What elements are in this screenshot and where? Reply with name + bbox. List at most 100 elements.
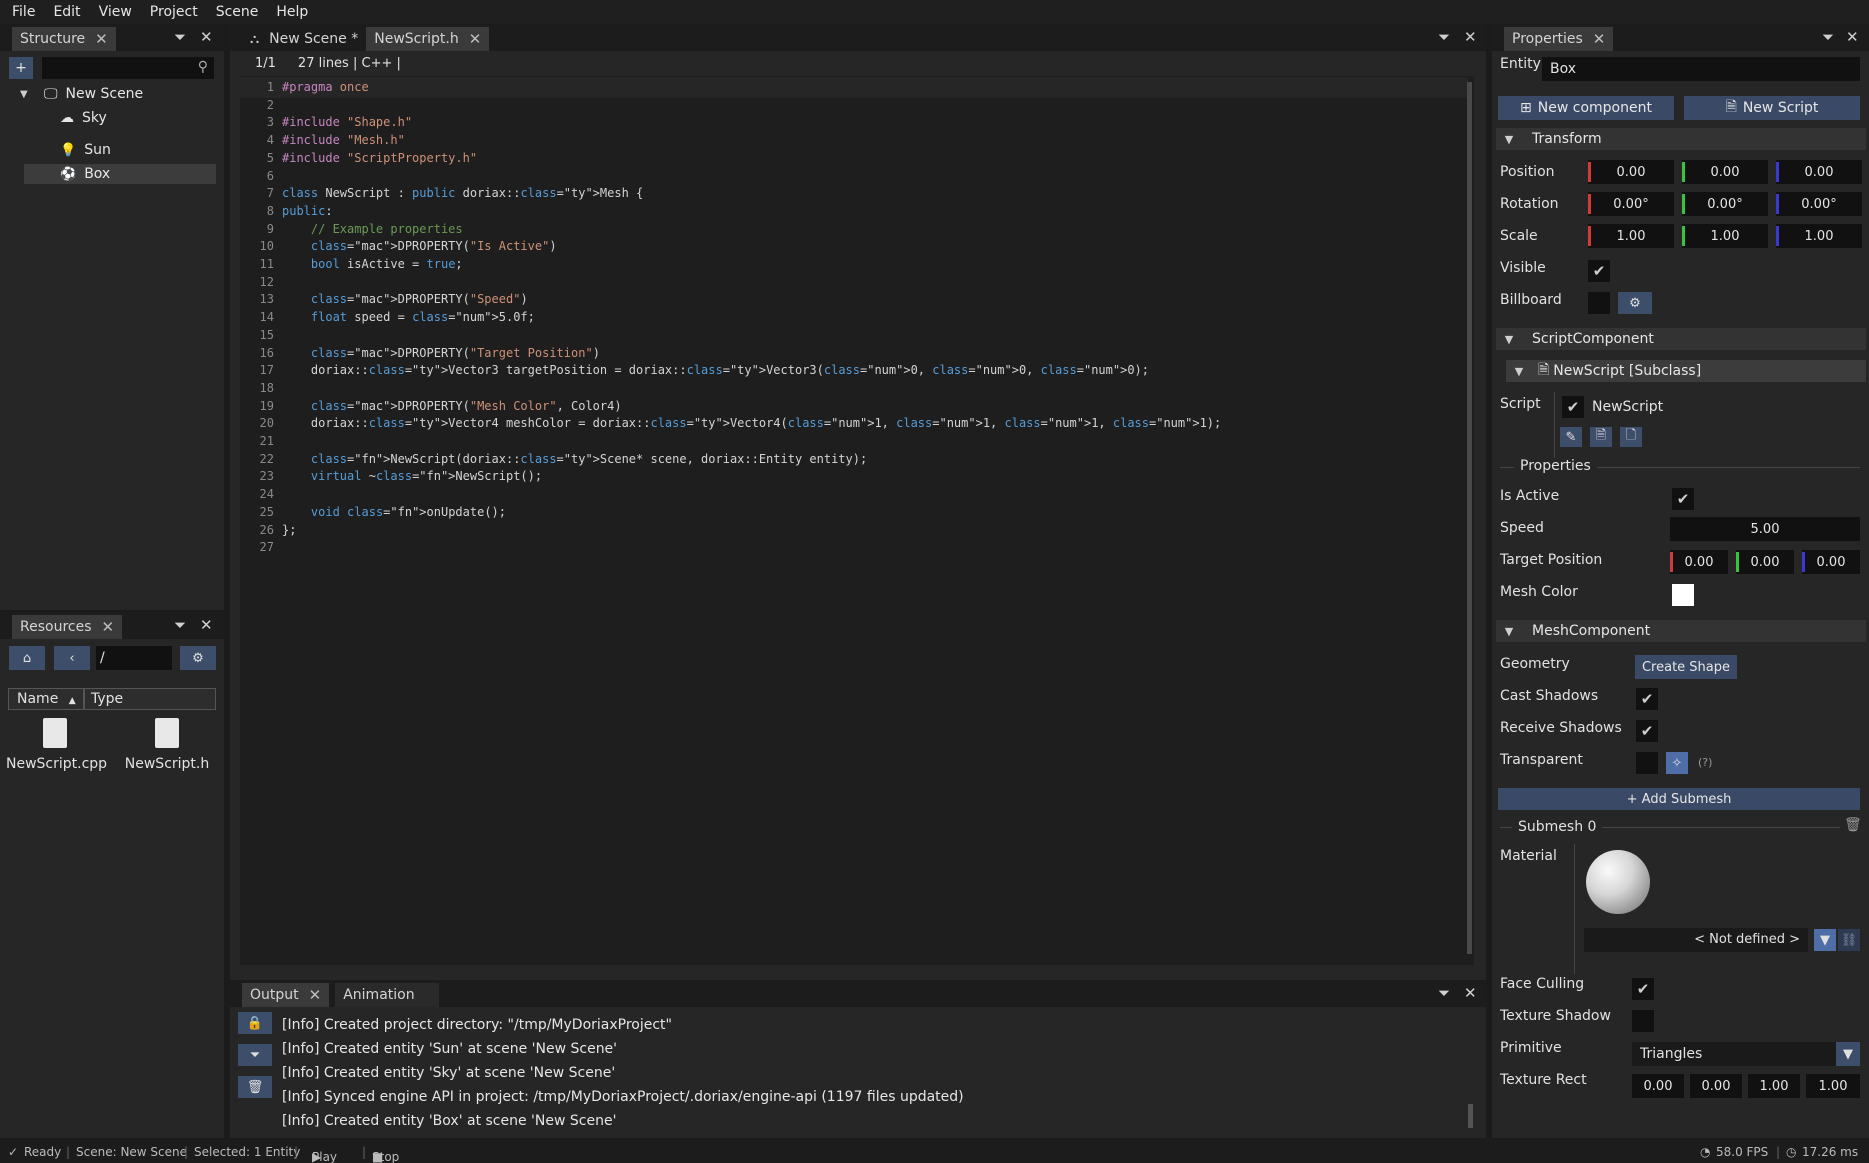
new-component-button[interactable]: ⊞ New component <box>1498 96 1674 120</box>
panel-menu-icon[interactable]: ⏷ <box>174 616 186 634</box>
resources-settings-button[interactable]: ⚙ <box>180 646 216 670</box>
code-editor[interactable]: 1 #pragma once 2 3 #include "Shape.h" 4 #inclu… <box>240 76 1474 965</box>
mesh-color-swatch[interactable] <box>1672 584 1694 606</box>
file-item[interactable]: NewScript.h <box>118 718 216 778</box>
tab-resources[interactable]: Resources ✕ <box>12 615 123 639</box>
tab-label: Output <box>250 987 299 1003</box>
tab-properties[interactable]: Properties ✕ <box>1504 27 1614 51</box>
rotation-x-field[interactable]: 0.00° <box>1588 192 1674 216</box>
menu-file[interactable]: File <box>12 4 35 20</box>
column-header-type[interactable]: Type <box>84 688 216 710</box>
open-script-button[interactable]: 🗎 <box>1590 427 1612 447</box>
home-button[interactable]: ⌂ <box>9 646 45 670</box>
menu-scene[interactable]: Scene <box>216 4 259 20</box>
transform-header[interactable]: ▼ Transform <box>1496 128 1866 150</box>
close-icon[interactable]: ✕ <box>200 616 213 634</box>
close-icon[interactable]: ✕ <box>1593 30 1606 48</box>
target-y-field[interactable]: 0.00 <box>1736 550 1794 574</box>
delete-submesh-icon[interactable]: 🗑 <box>1844 817 1862 833</box>
close-icon[interactable]: ✕ <box>309 986 322 1004</box>
visible-checkbox[interactable]: ✔ <box>1588 260 1610 282</box>
script-component-header[interactable]: ▼ ScriptComponent <box>1496 328 1866 350</box>
add-submesh-button[interactable]: + Add Submesh <box>1498 788 1860 810</box>
panel-menu-icon[interactable]: ⏷ <box>174 28 186 46</box>
texture-rect-h-field[interactable]: 1.00 <box>1806 1074 1860 1098</box>
target-z-field[interactable]: 0.00 <box>1802 550 1860 574</box>
rotation-z-field[interactable]: 0.00° <box>1776 192 1862 216</box>
texture-rect-y-field[interactable]: 0.00 <box>1690 1074 1742 1098</box>
scale-x-field[interactable]: 1.00 <box>1588 224 1674 248</box>
entity-name-input[interactable]: Box <box>1542 57 1860 81</box>
panel-menu-icon[interactable]: ⏷ <box>1438 28 1450 46</box>
speed-field[interactable]: 5.00 <box>1670 517 1860 541</box>
panel-menu-icon[interactable]: ⏷ <box>1822 28 1834 46</box>
output-scrollbar[interactable] <box>1468 1104 1473 1128</box>
mesh-component-header[interactable]: ▼ MeshComponent <box>1496 620 1866 642</box>
new-script-button[interactable]: 🗎 New Script <box>1684 96 1860 120</box>
position-y-field[interactable]: 0.00 <box>1682 160 1768 184</box>
position-x-field[interactable]: 0.00 <box>1588 160 1674 184</box>
back-icon: ‹ <box>69 650 75 666</box>
billboard-checkbox[interactable] <box>1588 292 1610 314</box>
billboard-settings-button[interactable]: ⚙ <box>1618 292 1652 314</box>
menu-edit[interactable]: Edit <box>53 4 80 20</box>
menu-view[interactable]: View <box>99 4 132 20</box>
tree-item-sky[interactable]: ☁ Sky <box>60 108 107 128</box>
script-enabled-checkbox[interactable]: ✔ <box>1562 396 1584 418</box>
texture-shadow-checkbox[interactable] <box>1632 1010 1654 1032</box>
auto-transparent-button[interactable]: ✧ <box>1666 752 1688 774</box>
tree-item-scene[interactable]: 🖵 New Scene <box>44 84 143 104</box>
position-z-field[interactable]: 0.00 <box>1776 160 1862 184</box>
tab-newscript-h[interactable]: NewScript.h ✕ <box>366 27 490 51</box>
field-value: 0.00 <box>1643 1078 1673 1094</box>
texture-rect-x-field[interactable]: 0.00 <box>1632 1074 1684 1098</box>
tree-item-sun[interactable]: 💡 Sun <box>60 140 111 160</box>
close-icon[interactable]: ✕ <box>1846 28 1859 46</box>
back-button[interactable]: ‹ <box>54 646 90 670</box>
texture-rect-w-field[interactable]: 1.00 <box>1748 1074 1800 1098</box>
material-unlink-button[interactable]: ⛓ <box>1838 929 1860 951</box>
primitive-dropdown-button[interactable]: ▼ <box>1836 1042 1860 1066</box>
close-icon[interactable]: ✕ <box>200 28 213 46</box>
tree-expand-icon[interactable]: ▼ <box>20 84 28 104</box>
add-entity-button[interactable]: + <box>9 57 33 79</box>
lock-button[interactable]: 🔒 <box>238 1012 272 1034</box>
cast-shadows-checkbox[interactable]: ✔ <box>1636 688 1658 710</box>
scale-y-field[interactable]: 1.00 <box>1682 224 1768 248</box>
filter-button[interactable]: ⏷ <box>238 1044 272 1066</box>
menu-project[interactable]: Project <box>150 4 198 20</box>
script-header-button[interactable]: 🗋 <box>1620 427 1642 447</box>
structure-search-input[interactable]: ⚲ <box>42 57 214 79</box>
tree-item-box[interactable]: ⚽ Box <box>24 164 216 184</box>
tab-new-scene[interactable]: ⛬ New Scene * <box>242 27 366 51</box>
material-dropdown-button[interactable]: ▼ <box>1814 929 1836 951</box>
clear-button[interactable]: 🗑 <box>238 1076 272 1098</box>
create-shape-button[interactable]: Create Shape <box>1635 655 1737 679</box>
close-icon[interactable]: ✕ <box>469 30 482 48</box>
close-icon[interactable]: ✕ <box>95 30 108 48</box>
receive-shadows-checkbox[interactable]: ✔ <box>1636 720 1658 742</box>
primitive-select[interactable]: Triangles <box>1632 1042 1836 1066</box>
scale-z-field[interactable]: 1.00 <box>1776 224 1862 248</box>
tab-animation[interactable]: Animation <box>335 983 440 1007</box>
close-icon[interactable]: ✕ <box>102 618 115 636</box>
edit-script-button[interactable]: ✎ <box>1560 427 1582 447</box>
path-input[interactable]: / <box>96 646 172 670</box>
script-subclass-header[interactable]: ▼ 🗎 NewScript [Subclass] <box>1506 360 1866 382</box>
column-header-name[interactable]: Name ▲ <box>8 688 84 710</box>
close-icon[interactable]: ✕ <box>1464 984 1477 1002</box>
material-select[interactable]: < Not defined > <box>1584 928 1808 952</box>
editor-scrollbar[interactable] <box>1467 82 1472 954</box>
target-x-field[interactable]: 0.00 <box>1670 550 1728 574</box>
close-icon[interactable]: ✕ <box>1464 28 1477 46</box>
panel-menu-icon[interactable]: ⏷ <box>1438 984 1450 1002</box>
sort-asc-icon: ▲ <box>68 696 76 706</box>
file-item[interactable]: NewScript.cpp <box>6 718 107 778</box>
tab-structure[interactable]: Structure ✕ <box>12 27 116 51</box>
menu-help[interactable]: Help <box>276 4 308 20</box>
is-active-checkbox[interactable]: ✔ <box>1672 488 1694 510</box>
transparent-checkbox[interactable] <box>1636 752 1658 774</box>
rotation-y-field[interactable]: 0.00° <box>1682 192 1768 216</box>
face-culling-checkbox[interactable]: ✔ <box>1632 978 1654 1000</box>
tab-output[interactable]: Output ✕ <box>242 983 330 1007</box>
